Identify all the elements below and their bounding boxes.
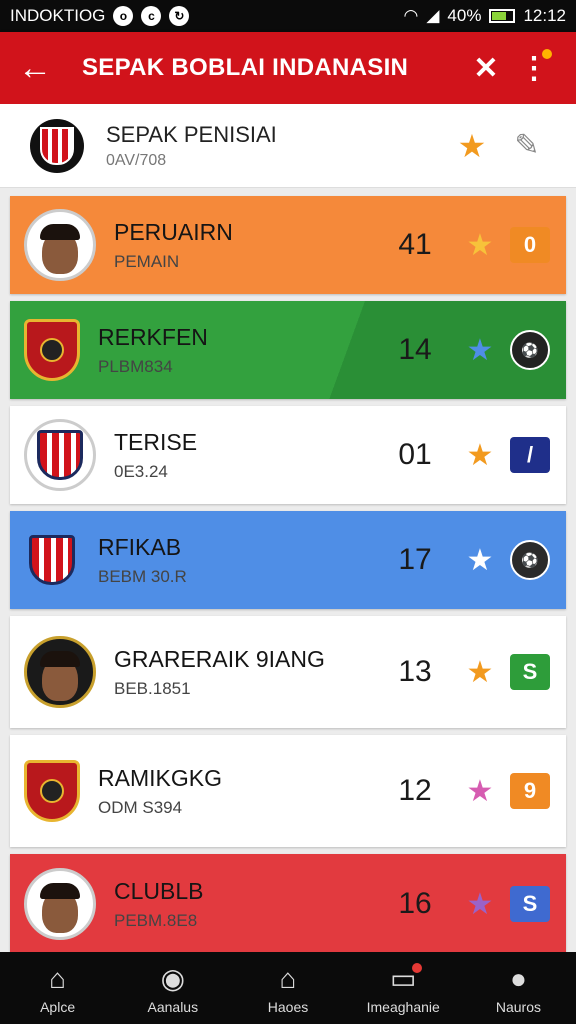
nav-label: Haoes bbox=[267, 999, 309, 1015]
club-crest-icon bbox=[24, 760, 80, 822]
club-crest-icon bbox=[24, 529, 80, 591]
team-score: 01 bbox=[398, 438, 432, 471]
star-icon[interactable]: ★ bbox=[442, 127, 502, 165]
more-vert-icon[interactable]: ⋮ bbox=[510, 48, 558, 86]
league-title: SEPAK PENISIAI bbox=[106, 121, 277, 147]
battery-icon bbox=[489, 9, 516, 23]
sync-icon: ↻ bbox=[169, 6, 190, 26]
nav-label: Aanalus bbox=[147, 999, 199, 1015]
page-title: SEPAK BOBLAI INDANASIN bbox=[82, 54, 409, 81]
nav-label: Aplce bbox=[40, 999, 76, 1015]
team-score: 12 bbox=[398, 774, 432, 807]
team-name: CLUBLB bbox=[114, 877, 204, 904]
team-row[interactable]: RERKFEN PLBM834 14 ★ ⚽ bbox=[10, 301, 566, 399]
team-list: PERUAIRN PEMAIN 41 ★ 0 RERKFEN PLBM834 14 ★ ⚽ TERI… bbox=[10, 196, 566, 961]
team-row[interactable]: RFIKAB BEBM 30.R 17 ★ ⚽ bbox=[10, 511, 566, 609]
team-name: GRARERAIK 9IANG bbox=[114, 645, 325, 672]
rank-badge[interactable]: S bbox=[510, 654, 550, 690]
team-code: 0E3.24 bbox=[114, 461, 168, 481]
team-name: RERKFEN bbox=[98, 323, 208, 350]
team-code: BEB.1851 bbox=[114, 678, 191, 698]
team-name: PERUAIRN bbox=[114, 218, 233, 245]
team-code: PEBM.8E8 bbox=[114, 910, 198, 930]
nav-item[interactable]: ● Nauros bbox=[461, 952, 576, 1024]
team-name: RAMIKGKG bbox=[98, 764, 222, 791]
team-row[interactable]: CLUBLB PEBM.8E8 16 ★ S bbox=[10, 854, 566, 954]
team-row[interactable]: PERUAIRN PEMAIN 41 ★ 0 bbox=[10, 196, 566, 294]
team-code: PLBM834 bbox=[98, 356, 173, 376]
shuffle-icon[interactable]: ✕ bbox=[462, 51, 510, 86]
notification-dot bbox=[542, 48, 552, 59]
star-icon[interactable]: ★ bbox=[450, 543, 510, 578]
team-score: 14 bbox=[398, 333, 432, 366]
club-crest-icon bbox=[24, 419, 96, 491]
player-avatar bbox=[24, 868, 96, 940]
club-emblem-icon[interactable]: ⚽ bbox=[510, 540, 550, 580]
nav-item[interactable]: ⌂ Aplce bbox=[0, 952, 115, 1024]
star-icon[interactable]: ★ bbox=[450, 228, 510, 263]
carrier-label: INDOKTIOG bbox=[10, 6, 106, 25]
team-code: ODM S394 bbox=[98, 797, 183, 817]
player-avatar bbox=[24, 636, 96, 708]
team-score: 41 bbox=[398, 228, 432, 261]
nav-label: Nauros bbox=[495, 999, 541, 1015]
wrench-icon[interactable]: ✎ bbox=[502, 128, 552, 163]
club-emblem-icon[interactable]: ⚽ bbox=[510, 330, 550, 370]
team-name: TERISE bbox=[114, 428, 198, 455]
star-icon[interactable]: ★ bbox=[450, 333, 510, 368]
battery-percent: 40% bbox=[447, 6, 482, 25]
rank-badge[interactable]: / bbox=[510, 437, 550, 473]
star-icon[interactable]: ★ bbox=[450, 774, 510, 809]
house-icon: ⌂ bbox=[279, 963, 297, 994]
team-score: 13 bbox=[398, 655, 432, 688]
league-header[interactable]: SEPAK PENISIAI 0AV/708 ★ ✎ bbox=[0, 104, 576, 188]
star-icon[interactable]: ★ bbox=[450, 438, 510, 473]
arrow-left-icon[interactable]: ← bbox=[18, 49, 62, 88]
notification-dot bbox=[412, 963, 423, 973]
league-subtitle: 0AV/708 bbox=[106, 151, 167, 169]
team-code: BEBM 30.R bbox=[98, 566, 187, 586]
team-score: 16 bbox=[398, 887, 432, 920]
rank-badge[interactable]: 0 bbox=[510, 227, 550, 263]
star-icon[interactable]: ★ bbox=[450, 655, 510, 690]
profile-icon: ● bbox=[509, 963, 527, 994]
club-crest-icon bbox=[24, 319, 80, 381]
player-avatar bbox=[24, 209, 96, 281]
circle-icon: o bbox=[113, 6, 134, 26]
nav-item[interactable]: ⌂ Haoes bbox=[230, 952, 345, 1024]
team-row[interactable]: RAMIKGKG ODM S394 12 ★ 9 bbox=[10, 735, 566, 847]
nav-item[interactable]: ◉ Aanalus bbox=[115, 952, 230, 1024]
app-bar: ← SEPAK BOBLAI INDANASIN ✕ ⋮ bbox=[0, 32, 576, 104]
status-bar: INDOKTIOG o c ↻ ◠ ◢ 40% 12:12 bbox=[0, 0, 576, 32]
wifi-icon: ◠ bbox=[403, 6, 419, 25]
team-row[interactable]: TERISE 0E3.24 01 ★ / bbox=[10, 406, 566, 504]
circle-icon: c bbox=[141, 6, 162, 26]
club-crest-icon bbox=[30, 118, 84, 173]
team-row[interactable]: GRARERAIK 9IANG BEB.1851 13 ★ S bbox=[10, 616, 566, 728]
star-icon[interactable]: ★ bbox=[450, 887, 510, 922]
ball-icon: ◉ bbox=[160, 963, 186, 994]
nav-item[interactable]: ▭ Imeaghanie bbox=[346, 952, 461, 1024]
signal-icon: ◢ bbox=[426, 6, 440, 25]
clock: 12:12 bbox=[523, 6, 566, 25]
home-icon: ⌂ bbox=[49, 963, 67, 994]
team-name: RFIKAB bbox=[98, 533, 182, 560]
bottom-navigation: ⌂ Aplce ◉ Aanalus ⌂ Haoes ▭ Imeaghanie ● Nauros bbox=[0, 952, 576, 1024]
team-score: 17 bbox=[398, 543, 432, 576]
team-code: PEMAIN bbox=[114, 251, 180, 271]
rank-badge[interactable]: S bbox=[510, 886, 550, 922]
messages-icon: ▭ bbox=[390, 961, 423, 997]
nav-label: Imeaghanie bbox=[366, 999, 440, 1015]
rank-badge[interactable]: 9 bbox=[510, 773, 550, 809]
